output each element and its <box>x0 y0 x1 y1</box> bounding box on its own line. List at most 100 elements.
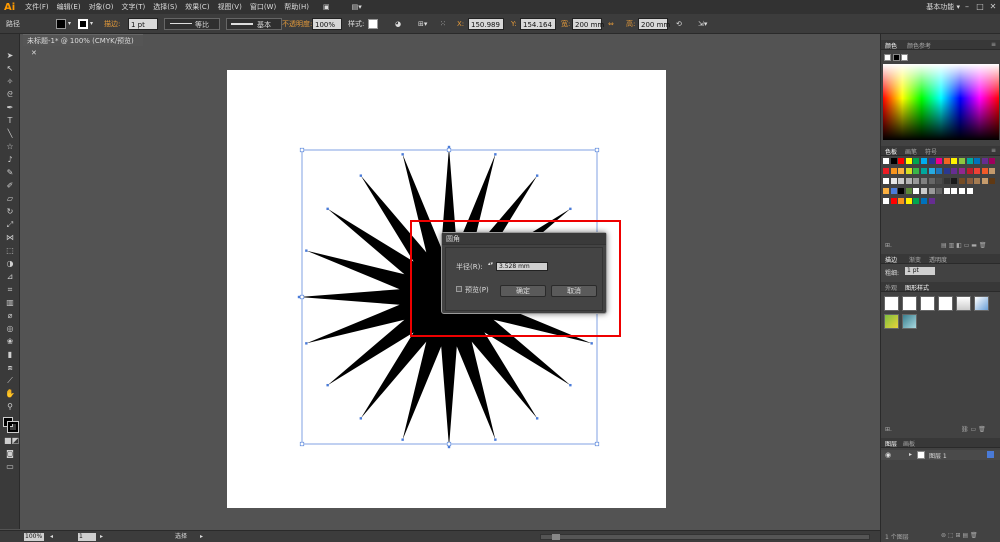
layer-name[interactable]: 图层 1 <box>929 451 947 460</box>
swatch[interactable] <box>883 168 889 174</box>
menu-object[interactable]: 对象(O) <box>85 2 118 12</box>
swatch[interactable] <box>905 198 912 204</box>
swatch[interactable] <box>883 188 889 194</box>
tab-brushes[interactable]: 画笔 <box>905 147 917 156</box>
swatch[interactable] <box>951 168 958 174</box>
swatch[interactable] <box>913 198 920 204</box>
swatch[interactable] <box>981 178 988 184</box>
document-close-icon[interactable]: ✕ <box>31 49 37 57</box>
slice-tool-icon[interactable]: ⟋ <box>4 375 16 386</box>
swatch[interactable] <box>974 168 981 174</box>
direct-selection-tool-icon[interactable]: ↖ <box>4 63 16 74</box>
next-artboard-icon[interactable]: ▸ <box>100 533 103 541</box>
blend-tool-icon[interactable]: ◎ <box>4 323 16 334</box>
swatch[interactable] <box>943 188 950 194</box>
eraser-tool-icon[interactable]: ▱ <box>4 193 16 204</box>
panel-menu-icon[interactable]: ⇲▾ <box>698 18 707 30</box>
perspective-grid-tool-icon[interactable]: ⊿ <box>4 271 16 282</box>
star-tool-icon[interactable]: ☆ <box>4 141 16 152</box>
swatch[interactable] <box>913 158 920 164</box>
swatch[interactable] <box>989 168 996 174</box>
panel-menu-icon[interactable]: ≡ <box>991 41 996 48</box>
swatch[interactable] <box>883 178 889 184</box>
style-actions-icon[interactable]: ⛓ ▭ 🗑 <box>961 426 986 433</box>
stroke-weight-input[interactable]: 1 pt <box>128 18 158 30</box>
swatch[interactable] <box>928 178 935 184</box>
swatch[interactable] <box>913 188 920 194</box>
style-swatch[interactable] <box>368 19 378 29</box>
selection-tool-icon[interactable]: ➤ <box>4 50 16 61</box>
swatch[interactable] <box>943 158 950 164</box>
layer-actions-icon[interactable]: ⊚ ⬚ ⊞ ▤ 🗑 <box>941 532 978 539</box>
swatch[interactable] <box>951 158 958 164</box>
swatch[interactable] <box>928 198 935 204</box>
style-thumb-5[interactable] <box>956 296 971 311</box>
blob-brush-tool-icon[interactable]: ✐ <box>4 180 16 191</box>
tab-layers[interactable]: 图层 <box>885 439 897 448</box>
arrange-icon[interactable]: ▤▾ <box>348 3 366 11</box>
width-tool-icon[interactable]: ⋈ <box>4 232 16 243</box>
swatch[interactable] <box>936 178 943 184</box>
swatch[interactable] <box>898 198 905 204</box>
swatch[interactable] <box>921 198 927 204</box>
menu-type[interactable]: 文字(T) <box>118 2 150 12</box>
y-input[interactable]: 154.164 <box>520 18 556 30</box>
default-style-thumb[interactable] <box>884 296 899 311</box>
tab-graphic-styles[interactable]: 图形样式 <box>905 283 929 292</box>
tab-gradient[interactable]: 渐变 <box>909 255 921 264</box>
swatch[interactable] <box>890 188 897 194</box>
prev-artboard-icon[interactable]: ◂ <box>50 533 53 541</box>
fill-dropdown-icon[interactable]: ▾ <box>68 18 71 30</box>
transform-icon[interactable]: ⟲ <box>676 18 682 30</box>
type-tool-icon[interactable]: T <box>4 115 16 126</box>
pencil-tool-icon[interactable]: ✎ <box>4 167 16 178</box>
swatch[interactable] <box>974 158 981 164</box>
new-swatch-group-icon[interactable]: ▤ ▥ ◧ ▭ ▬ 🗑 <box>941 242 987 249</box>
status-menu-icon[interactable]: ▸ <box>200 533 203 541</box>
draw-mode-icon[interactable]: ◙ <box>4 448 16 459</box>
black-swatch[interactable] <box>893 54 900 61</box>
w-input[interactable]: 200 mm <box>572 18 604 30</box>
swatch[interactable] <box>951 188 958 194</box>
white-swatch[interactable] <box>901 54 908 61</box>
swatch[interactable] <box>959 158 965 164</box>
menu-window[interactable]: 窗口(W) <box>246 2 280 12</box>
swatch[interactable] <box>959 178 965 184</box>
tab-stroke[interactable]: 描边 <box>885 255 897 264</box>
swatch[interactable] <box>966 188 973 194</box>
swatch[interactable] <box>905 188 912 194</box>
swatch[interactable] <box>943 168 950 174</box>
magic-wand-tool-icon[interactable]: ✧ <box>4 76 16 87</box>
layer-row[interactable]: ◉ ▸ 图层 1 <box>881 450 1000 460</box>
stroke-weight-field[interactable]: 1 pt <box>905 267 935 275</box>
swatch[interactable] <box>966 168 973 174</box>
color-mode-icon[interactable]: ■◩ <box>4 435 19 446</box>
free-transform-tool-icon[interactable]: ⬚ <box>4 245 16 256</box>
swatch[interactable] <box>928 188 935 194</box>
stroke-dropdown-icon[interactable]: ▾ <box>90 18 93 30</box>
style-thumb-4[interactable] <box>938 296 953 311</box>
swatch[interactable] <box>966 158 973 164</box>
menu-view[interactable]: 视图(V) <box>214 2 246 12</box>
workspace-switcher[interactable]: 基本功能 ▾ <box>926 2 960 12</box>
swatch[interactable] <box>898 188 905 194</box>
visibility-eye-icon[interactable]: ◉ <box>885 451 891 459</box>
menu-help[interactable]: 帮助(H) <box>280 2 313 12</box>
stroke-profile-select[interactable]: 等比 <box>164 18 220 30</box>
swatch[interactable] <box>883 158 889 164</box>
scrollbar-thumb[interactable] <box>552 534 560 540</box>
swatch[interactable] <box>921 178 927 184</box>
menu-file[interactable]: 文件(F) <box>21 2 53 12</box>
swatch[interactable] <box>928 168 935 174</box>
menu-edit[interactable]: 编辑(E) <box>53 2 85 12</box>
close-icon[interactable]: ✕ <box>988 2 998 12</box>
swatch[interactable] <box>890 158 897 164</box>
zoom-select[interactable]: 100% <box>24 533 44 541</box>
swatch[interactable] <box>974 178 981 184</box>
tab-symbols[interactable]: 符号 <box>925 147 937 156</box>
swatch[interactable] <box>936 158 943 164</box>
h-input[interactable]: 200 mm <box>638 18 670 30</box>
recolor-icon[interactable]: ◕ <box>395 18 401 30</box>
bridge-icon[interactable]: ▣ <box>319 3 334 11</box>
tab-artboards[interactable]: 画板 <box>903 439 915 448</box>
